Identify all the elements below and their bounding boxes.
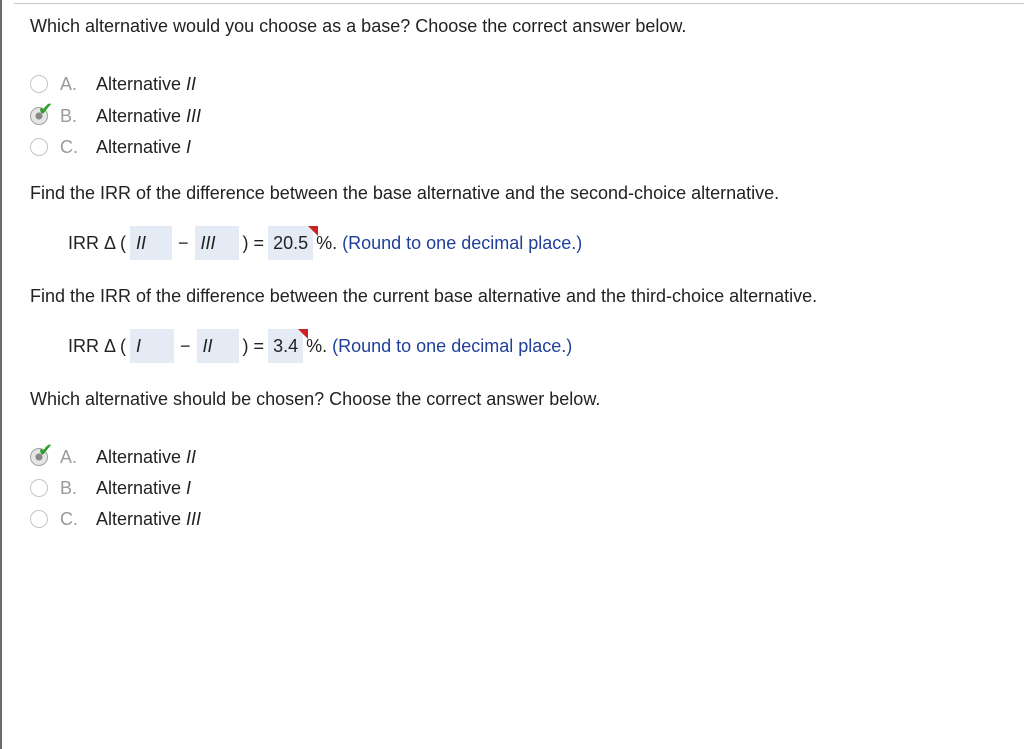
question-2-prompt: Find the IRR of the difference between t…	[30, 183, 780, 203]
equals-label: ) =	[242, 335, 265, 356]
top-divider	[14, 3, 1024, 4]
radio-button[interactable]	[30, 479, 48, 497]
percent-suffix: %.	[306, 335, 328, 356]
option-letter: B.	[60, 477, 78, 498]
irr-value: 3.4	[273, 335, 299, 356]
irr-label: IRR Δ (	[68, 335, 127, 356]
feedback-flag-icon	[298, 329, 309, 339]
radio-button-selected[interactable]: ✔	[30, 101, 53, 125]
option-label: Alternative II	[96, 446, 197, 467]
radio-button[interactable]	[30, 138, 48, 156]
irr-equation-1: IRR Δ ( II − III ) = 20.5 %. (Round to o…	[68, 226, 582, 260]
irr-value-answer[interactable]: 20.5	[268, 226, 319, 260]
irr-value: 20.5	[273, 232, 309, 253]
question-1-prompt: Which alternative would you choose as a …	[30, 16, 687, 36]
option-label: Alternative III	[96, 508, 202, 529]
radio-button[interactable]	[30, 75, 48, 93]
minus-sign: −	[180, 335, 191, 356]
option-label: Alternative I	[96, 477, 192, 498]
radio-button-selected[interactable]: ✔	[30, 442, 53, 466]
checkmark-icon: ✔	[38, 99, 54, 120]
content-frame: Which alternative would you choose as a …	[0, 0, 1024, 749]
rounding-hint: (Round to one decimal place.)	[342, 232, 583, 253]
percent-suffix: %.	[316, 232, 338, 253]
option-letter: B.	[60, 105, 78, 126]
first-alternative-answer[interactable]: II	[130, 226, 173, 260]
checkmark-icon: ✔	[38, 440, 54, 461]
second-alternative-answer[interactable]: III	[194, 226, 239, 260]
second-alternative-answer[interactable]: II	[196, 329, 239, 363]
radio-button[interactable]	[30, 510, 48, 528]
irr-equation-2: IRR Δ ( I − II ) = 3.4 %. (Round to one …	[68, 329, 572, 363]
option-letter: A.	[60, 446, 78, 467]
q4-option-a[interactable]: ✔ A. Alternative II	[30, 442, 197, 470]
rounding-hint: (Round to one decimal place.)	[332, 335, 573, 356]
question-3-prompt: Find the IRR of the difference between t…	[30, 286, 818, 306]
q4-option-b[interactable]: B. Alternative I	[30, 475, 191, 501]
option-letter: C.	[60, 508, 78, 529]
option-label: Alternative I	[96, 136, 192, 157]
question-4-prompt: Which alternative should be chosen? Choo…	[30, 389, 601, 409]
option-label: Alternative III	[96, 105, 202, 126]
first-alternative-answer[interactable]: I	[130, 329, 175, 363]
option-letter: C.	[60, 136, 78, 157]
q1-option-b[interactable]: ✔ B. Alternative III	[30, 101, 202, 129]
feedback-flag-icon	[308, 226, 319, 236]
q1-option-a[interactable]: A. Alternative II	[30, 71, 196, 97]
option-label: Alternative II	[96, 73, 197, 94]
q4-option-c[interactable]: C. Alternative III	[30, 506, 201, 532]
equals-label: ) =	[242, 232, 265, 253]
irr-value-answer[interactable]: 3.4	[268, 329, 309, 363]
option-letter: A.	[60, 73, 78, 94]
irr-label: IRR Δ (	[68, 232, 127, 253]
minus-sign: −	[178, 232, 189, 253]
q1-option-c[interactable]: C. Alternative I	[30, 134, 191, 160]
